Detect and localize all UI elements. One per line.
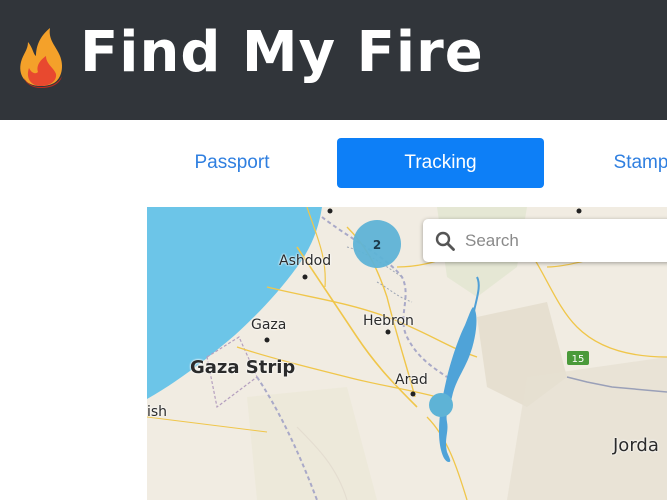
arad-dot bbox=[410, 391, 416, 397]
tab-passport[interactable]: Passport bbox=[172, 138, 292, 188]
city-dot bbox=[576, 208, 582, 214]
map-label-gaza-strip: Gaza Strip bbox=[190, 357, 296, 378]
map-label-partial: ish bbox=[147, 404, 168, 420]
gaza-dot bbox=[264, 337, 270, 343]
map-label-hebron: Hebron bbox=[363, 313, 414, 329]
flame-icon bbox=[20, 28, 63, 88]
tab-stamp[interactable]: Stamp bbox=[596, 138, 667, 188]
marker-cluster-count: 2 bbox=[373, 238, 381, 252]
ashdod-dot bbox=[302, 274, 308, 280]
search-icon bbox=[435, 231, 455, 251]
tab-bar: Passport Tracking Stamp bbox=[0, 138, 667, 188]
map-label-gaza: Gaza bbox=[251, 317, 287, 333]
map-label-ashdod: Ashdod bbox=[279, 253, 332, 269]
tab-tracking[interactable]: Tracking bbox=[337, 138, 544, 188]
city-dot bbox=[327, 208, 333, 214]
map-search-box bbox=[423, 219, 667, 262]
search-input[interactable] bbox=[465, 219, 665, 262]
hebron-dot bbox=[385, 329, 391, 335]
road-shield-label: 15 bbox=[572, 354, 585, 365]
app-header: Find My Fire bbox=[0, 0, 667, 120]
map-label-arad: Arad bbox=[395, 372, 428, 388]
fire-marker[interactable] bbox=[429, 393, 453, 417]
map-label-jordan: Jorda bbox=[613, 435, 659, 456]
app-title: Find My Fire bbox=[80, 20, 484, 85]
